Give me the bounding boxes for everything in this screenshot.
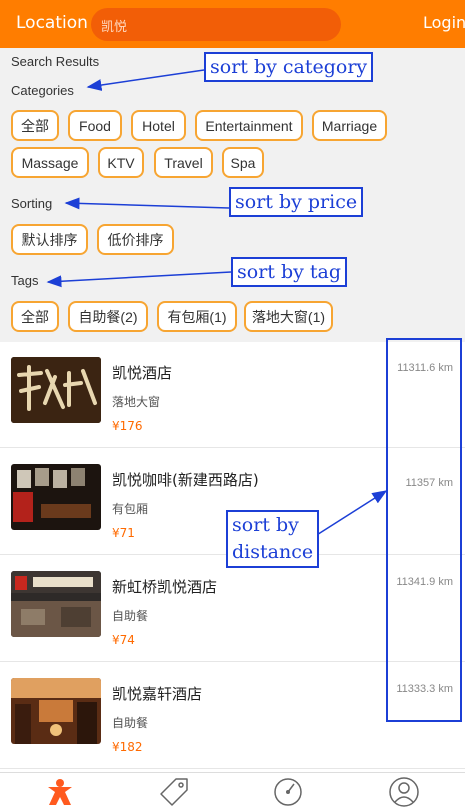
home-icon[interactable] [40, 775, 80, 809]
tags-label: Tags [11, 273, 39, 288]
restaurant-thumbnail [11, 678, 101, 744]
result-name: 凯悦酒店 [112, 364, 173, 382]
sort-chip-default[interactable]: 默认排序 [11, 224, 88, 255]
category-chip-spa[interactable]: Spa [222, 147, 264, 178]
bottom-nav [0, 772, 465, 810]
result-name: 新虹桥凯悦酒店 [112, 578, 218, 596]
category-chip-food[interactable]: Food [68, 110, 122, 141]
restaurant-thumbnail [11, 357, 101, 423]
annotation-sort-by-distance: sort by distance [226, 510, 320, 568]
distance-highlight-box [386, 338, 462, 722]
annotation-sort-by-price: sort by price [229, 187, 364, 217]
result-tag: 自助餐 [112, 609, 149, 623]
result-price: ¥71 [112, 526, 135, 540]
category-chip-marriage[interactable]: Marriage [312, 110, 387, 141]
category-chip-entertainment[interactable]: Entertainment [195, 110, 303, 141]
categories-label: Categories [11, 83, 74, 98]
annotation-distance-line1: sort by [232, 514, 299, 536]
search-query: 凯悦 [101, 20, 128, 35]
login-button[interactable]: Login [423, 13, 465, 32]
sorting-label: Sorting [11, 196, 53, 211]
coupon-tag-icon[interactable] [154, 775, 194, 809]
result-tag: 自助餐 [112, 716, 149, 730]
category-chip-travel[interactable]: Travel [154, 147, 213, 178]
annotation-sort-by-category: sort by category [204, 52, 374, 82]
nearby-compass-icon[interactable] [268, 775, 308, 809]
tag-chip-all[interactable]: 全部 [11, 301, 59, 332]
top-bar: Location 凯悦 Login [0, 0, 465, 48]
result-name: 凯悦咖啡(新建西路店) [112, 471, 259, 489]
category-chip-hotel[interactable]: Hotel [131, 110, 186, 141]
result-price: ¥74 [112, 633, 135, 647]
tag-chip-floor-window[interactable]: 落地大窗(1) [244, 301, 333, 332]
restaurant-thumbnail [11, 571, 101, 637]
location-button[interactable]: Location [16, 13, 88, 33]
category-chip-all[interactable]: 全部 [11, 110, 59, 141]
result-tag: 有包厢 [112, 502, 149, 516]
search-results-label: Search Results [11, 54, 100, 69]
category-chip-massage[interactable]: Massage [11, 147, 89, 178]
tag-chip-buffet[interactable]: 自助餐(2) [68, 301, 148, 332]
tag-chip-private-room[interactable]: 有包厢(1) [157, 301, 237, 332]
sort-chip-low-price[interactable]: 低价排序 [97, 224, 174, 255]
profile-icon[interactable] [384, 775, 424, 809]
category-chip-ktv[interactable]: KTV [98, 147, 144, 178]
restaurant-thumbnail [11, 464, 101, 530]
search-input[interactable]: 凯悦 [91, 8, 341, 41]
result-price: ¥176 [112, 419, 143, 433]
annotation-distance-line2: distance [232, 541, 314, 563]
annotation-sort-by-tag: sort by tag [231, 257, 348, 287]
result-tag: 落地大窗 [112, 395, 161, 409]
result-price: ¥182 [112, 740, 143, 754]
result-name: 凯悦嘉轩酒店 [112, 685, 203, 703]
